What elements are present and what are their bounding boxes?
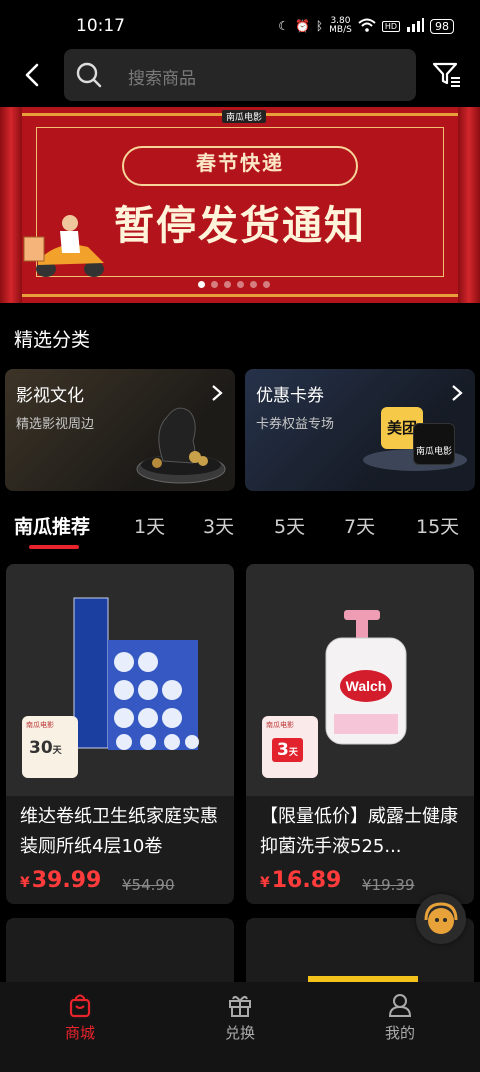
banner-pagination xyxy=(198,281,270,288)
svg-text:Walch: Walch xyxy=(346,678,387,694)
network-speed: 3.80 MB/S xyxy=(329,16,352,35)
nav-label: 兑换 xyxy=(224,1024,255,1042)
badge-logo: 南瓜电影 xyxy=(26,721,54,729)
tab-1-day[interactable]: 1天 xyxy=(134,512,165,539)
pagination-dot[interactable] xyxy=(250,281,257,288)
search-placeholder: 搜索商品 xyxy=(128,69,196,89)
badge-days: 3天 xyxy=(272,738,303,762)
status-bar: 10:17 ☾ ⏰ ᛒ 3.80 MB/S HD 98 xyxy=(0,0,480,50)
back-button[interactable] xyxy=(20,62,46,88)
nav-profile[interactable]: 我的 xyxy=(352,992,448,1043)
active-tab-indicator xyxy=(29,545,79,549)
gift-icon xyxy=(229,995,251,1017)
category-subtitle: 精选影视周边 xyxy=(16,417,95,432)
banner-subtitle: 春节快递 xyxy=(196,151,284,175)
chevron-right-icon xyxy=(452,385,463,401)
search-input[interactable]: 搜索商品 xyxy=(64,49,416,101)
search-icon xyxy=(76,62,102,88)
battery-indicator: 98 xyxy=(430,18,454,34)
filter-icon xyxy=(432,62,460,87)
figurine-image xyxy=(136,407,226,484)
tab-recommend[interactable]: 南瓜推荐 xyxy=(14,512,90,539)
product-image: 南瓜电影 30天 xyxy=(6,564,234,796)
banner-logo: 南瓜电影 xyxy=(222,110,267,123)
hd-badge: HD xyxy=(381,20,400,32)
banner-title: 暂停发货通知 xyxy=(114,203,366,249)
bluetooth-icon: ᛒ xyxy=(315,19,324,33)
tab-7-days[interactable]: 7天 xyxy=(344,512,375,539)
product-card[interactable]: Walch 南瓜电影 3天 【限量低价】威露士健康抑菌洗手液525... ¥16… xyxy=(246,564,474,904)
chevron-left-icon xyxy=(25,63,39,87)
pagination-dot[interactable] xyxy=(237,281,244,288)
product-original-price: ¥19.39 xyxy=(362,876,415,894)
pagination-dot[interactable] xyxy=(211,281,218,288)
pumpkin-film-logo: 南瓜电影 xyxy=(413,423,455,465)
product-original-price: ¥54.90 xyxy=(122,876,175,894)
signal-icon xyxy=(406,17,424,35)
badge-logo: 南瓜电影 xyxy=(266,721,294,729)
hand-soap-image: Walch xyxy=(325,610,407,745)
status-icons: ☾ ⏰ ᛒ 3.80 MB/S HD 98 xyxy=(278,17,454,35)
pagination-dot[interactable] xyxy=(224,281,231,288)
shopping-bag-icon xyxy=(69,994,91,1018)
product-price: ¥16.89 xyxy=(260,868,342,893)
headset-icon xyxy=(424,902,458,934)
category-card-coupons[interactable]: 优惠卡券 卡券权益专场 美团 南瓜电影 xyxy=(245,369,475,491)
status-time: 10:17 xyxy=(76,16,125,36)
category-card-film[interactable]: 影视文化 精选影视周边 xyxy=(5,369,235,491)
nav-redeem[interactable]: 兑换 xyxy=(192,992,288,1043)
toilet-paper-image xyxy=(73,597,199,750)
section-title: 精选分类 xyxy=(14,329,91,351)
filter-button[interactable] xyxy=(432,61,462,93)
rental-days-badge: 南瓜电影 3天 xyxy=(262,716,318,778)
product-card[interactable]: 南瓜电影 30天 维达卷纸卫生纸家庭实惠装厕所纸4层10卷 ¥39.99 ¥54… xyxy=(6,564,234,904)
moon-icon: ☾ xyxy=(278,19,289,33)
nav-mall[interactable]: 商城 xyxy=(32,992,128,1043)
top-bar: 搜索商品 xyxy=(0,49,480,101)
alarm-icon: ⏰ xyxy=(294,19,310,33)
wifi-icon xyxy=(358,18,376,35)
product-price: ¥39.99 xyxy=(20,868,102,893)
rental-days-badge: 南瓜电影 30天 xyxy=(22,716,78,778)
nav-label: 商城 xyxy=(64,1024,95,1042)
badge-days: 30天 xyxy=(29,738,62,758)
product-image: Walch 南瓜电影 3天 xyxy=(246,564,474,796)
pagination-dot[interactable] xyxy=(198,281,205,288)
category-subtitle: 卡券权益专场 xyxy=(256,417,335,432)
category-title: 优惠卡券 xyxy=(256,386,324,406)
tab-3-days[interactable]: 3天 xyxy=(203,512,234,539)
user-icon xyxy=(388,994,412,1017)
product-name: 【限量低价】威露士健康抑菌洗手液525... xyxy=(260,806,458,857)
bottom-navigation: 商城 兑换 我的 xyxy=(0,982,480,1072)
customer-service-button[interactable] xyxy=(416,894,466,944)
product-name: 维达卷纸卫生纸家庭实惠装厕所纸4层10卷 xyxy=(20,806,218,857)
pagination-dot[interactable] xyxy=(263,281,270,288)
category-title: 影视文化 xyxy=(16,386,84,406)
tab-15-days[interactable]: 15天 xyxy=(416,512,459,539)
nav-label: 我的 xyxy=(384,1024,415,1042)
tab-5-days[interactable]: 5天 xyxy=(274,512,305,539)
